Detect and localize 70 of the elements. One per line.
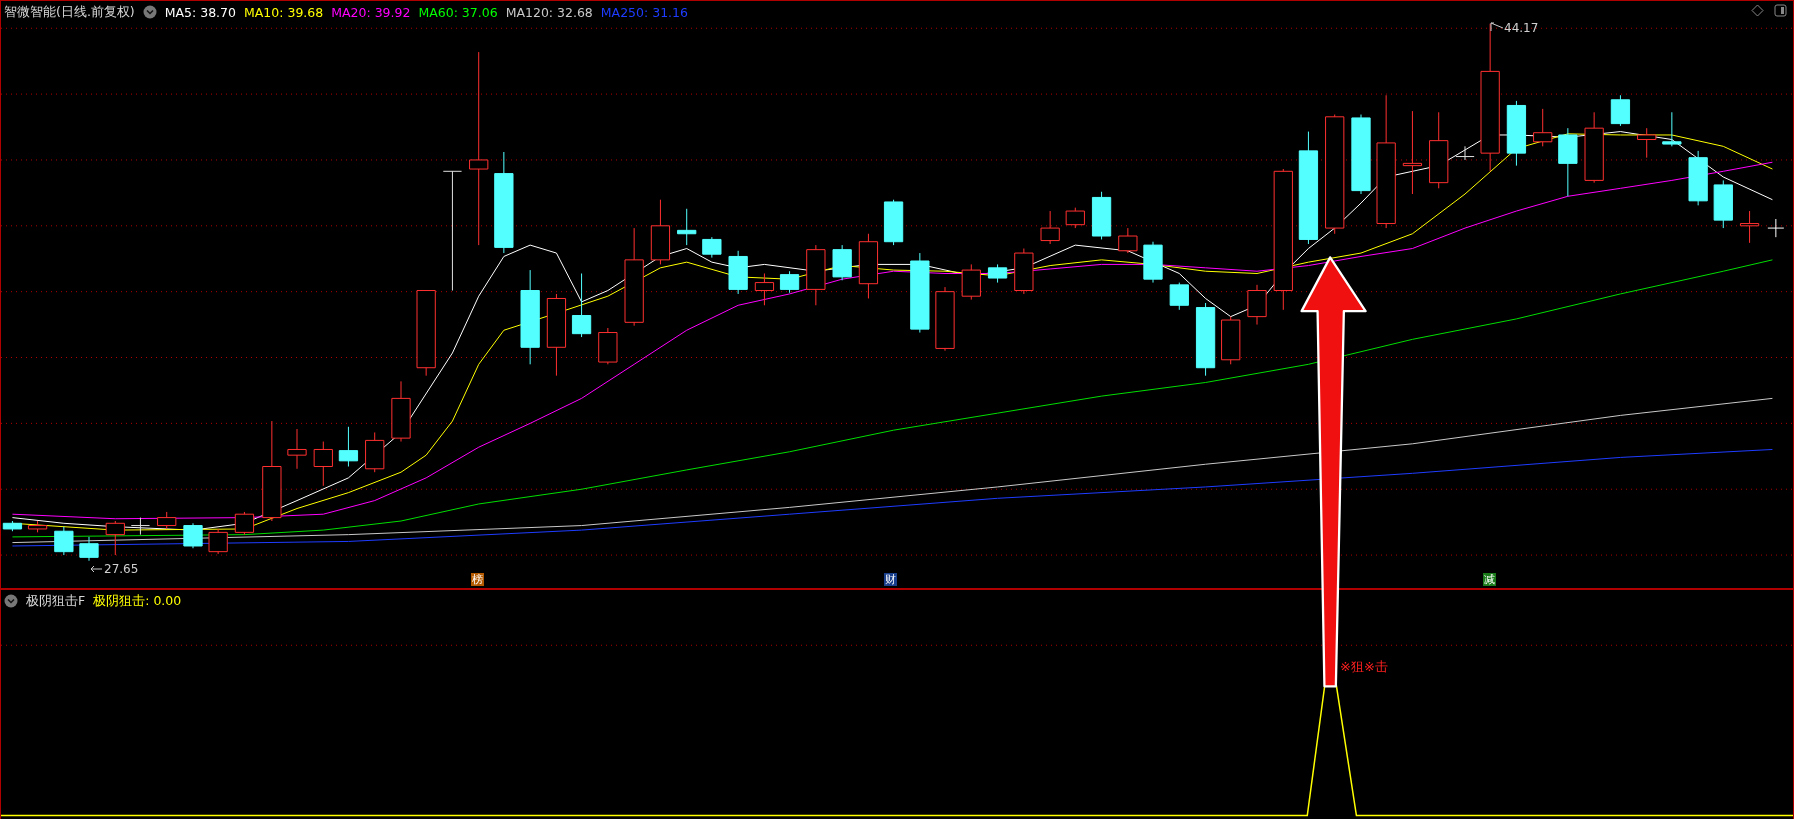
candlestick: [234, 511, 255, 536]
candlestick: [1169, 282, 1189, 311]
candlestick: [677, 208, 697, 246]
candlestick: [157, 511, 177, 530]
candlestick: [935, 286, 955, 352]
candlestick: [1247, 284, 1267, 326]
candlestick: [1040, 210, 1060, 245]
panel-toggle-icon[interactable]: [1774, 4, 1787, 17]
indicator-reading: 极阴狙击: 0.00: [93, 592, 182, 610]
candlestick: [1506, 100, 1527, 167]
high-price-label: 44.17: [1504, 21, 1539, 35]
chart-title: 智微智能(日线.前复权): [4, 3, 135, 21]
candlestick: [313, 441, 333, 487]
candlestick: [1065, 207, 1085, 229]
candlestick: [702, 236, 722, 259]
candlestick: [1118, 227, 1138, 254]
candlestick: [1713, 179, 1733, 229]
candlestick: [1610, 94, 1631, 127]
candlestick: [287, 428, 307, 470]
candlestick: [54, 526, 74, 556]
candlestick: [858, 233, 879, 299]
candlestick: [1014, 248, 1034, 295]
ma-reading: MA10: 39.68: [244, 4, 324, 20]
ma-reading: MA120: 32.68: [505, 4, 593, 20]
candlestick: [883, 199, 904, 246]
candlestick: [571, 273, 592, 338]
ma-reading: MA20: 39.92: [331, 4, 411, 20]
candlestick: [728, 250, 748, 295]
candlestick: [650, 199, 671, 265]
candlestick: [105, 520, 125, 556]
low-price-label: 27.65: [104, 562, 139, 576]
candlestick: [754, 273, 775, 306]
candlestick: [987, 263, 1008, 284]
crosshair-icon: [1767, 218, 1785, 238]
ma-reading: MA5: 38.70: [164, 4, 236, 20]
candlestick: [1558, 127, 1578, 197]
candlestick: [365, 431, 385, 473]
candlestick: [391, 380, 411, 443]
candlestick: [1455, 145, 1475, 161]
pointer-arrow-icon: [89, 564, 103, 574]
dropdown-icon[interactable]: [4, 594, 18, 608]
candlestick: [1091, 191, 1112, 240]
dropdown-icon[interactable]: [142, 5, 157, 19]
ma-reading: MA60: 37.06: [418, 4, 498, 20]
pointer-arrow-icon: [1490, 22, 1504, 32]
indicator-name: 极阴狙击F: [26, 592, 86, 610]
candlestick: [130, 517, 151, 536]
candlestick: [779, 270, 800, 294]
event-marker[interactable]: 减: [1483, 573, 1497, 586]
event-marker[interactable]: 财: [884, 573, 898, 586]
candlestick: [208, 528, 228, 555]
candlestick: [961, 263, 981, 301]
candlestick: [2, 520, 23, 532]
candlestick: [806, 244, 826, 306]
candlestick: [27, 520, 48, 533]
candlestick: [1688, 150, 1708, 206]
ma-reading: MA250: 31.16: [600, 4, 688, 20]
event-marker[interactable]: 榜: [470, 573, 484, 586]
candlestick: [1533, 108, 1553, 147]
candlestick: [1221, 316, 1241, 365]
candlestick: [1662, 111, 1682, 147]
candlestick: [1637, 127, 1657, 159]
candlestick: [79, 536, 99, 562]
candlestick: [1739, 210, 1760, 244]
candlestick: [1143, 241, 1163, 284]
signal-label: ※狙※击: [1340, 658, 1388, 676]
candlestick: [832, 244, 852, 281]
candlestick: [338, 426, 359, 467]
candlestick: [598, 327, 618, 365]
candlestick: [183, 522, 203, 549]
